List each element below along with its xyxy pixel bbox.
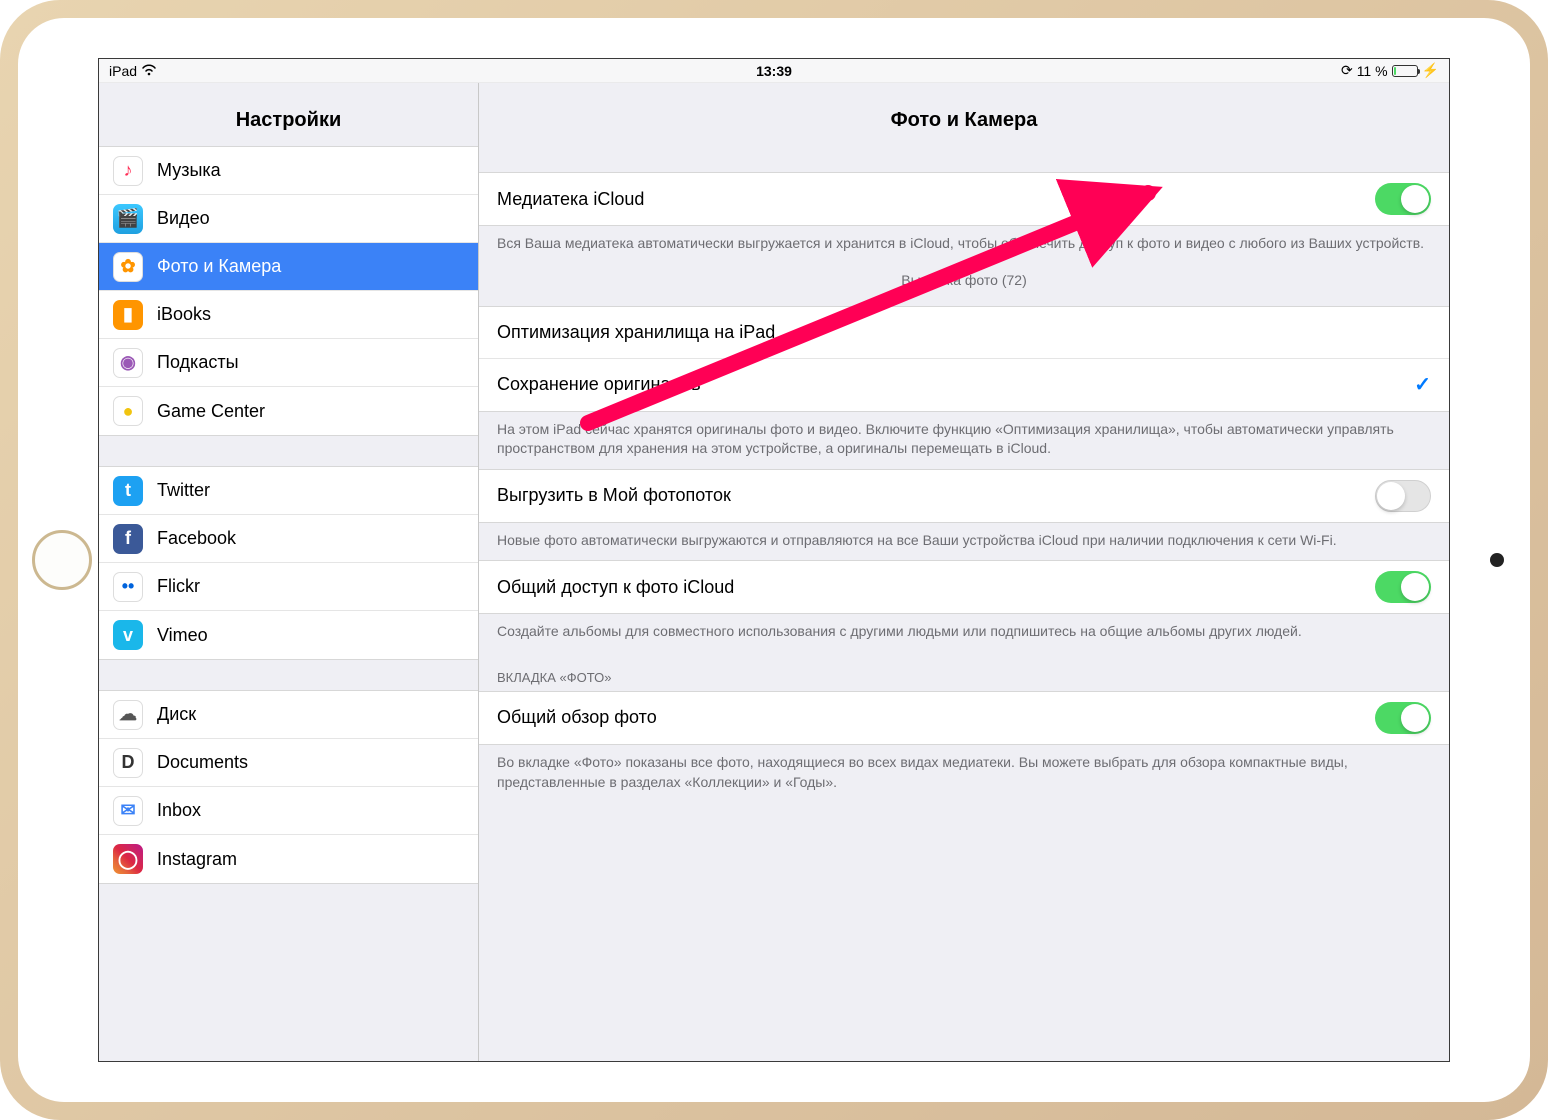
section-header: ВКЛАДКА «ФОТО» bbox=[479, 652, 1449, 691]
sidebar-item-диск[interactable]: ☁ Диск bbox=[99, 691, 478, 739]
sidebar-item-label: Фото и Камера bbox=[157, 256, 281, 277]
setting-row-медиатека-icloud[interactable]: Медиатека iCloud bbox=[479, 173, 1449, 225]
clock: 13:39 bbox=[756, 63, 792, 79]
section-footer: Вся Ваша медиатека автоматически выгружа… bbox=[479, 226, 1449, 264]
detail-title: Фото и Камера bbox=[479, 83, 1449, 146]
sidebar-item-label: Видео bbox=[157, 208, 210, 229]
sidebar-item-label: Facebook bbox=[157, 528, 236, 549]
sidebar-item-flickr[interactable]: •• Flickr bbox=[99, 563, 478, 611]
battery-icon bbox=[1392, 65, 1418, 77]
checkmark-icon: ✓ bbox=[1414, 372, 1431, 397]
sidebar-item-label: iBooks bbox=[157, 304, 211, 325]
setting-row-оптимизация-хранилища-на-ipad[interactable]: Оптимизация хранилища на iPad bbox=[479, 307, 1449, 359]
toggle-switch[interactable] bbox=[1375, 183, 1431, 215]
status-bar: iPad 13:39 ⟳ 11 % ⚡ bbox=[99, 59, 1449, 83]
setting-row-label: Сохранение оригиналов bbox=[497, 374, 701, 395]
app-icon: t bbox=[113, 476, 143, 506]
app-icon: ◯ bbox=[113, 844, 143, 874]
setting-row-сохранение-оригиналов[interactable]: Сохранение оригиналов ✓ bbox=[479, 359, 1449, 411]
app-icon: 🎬 bbox=[113, 204, 143, 234]
app-icon: ☁ bbox=[113, 700, 143, 730]
setting-row-label: Общий доступ к фото iCloud bbox=[497, 577, 734, 598]
sidebar-item-vimeo[interactable]: v Vimeo bbox=[99, 611, 478, 659]
upload-status: Выгрузка фото (72) bbox=[479, 264, 1449, 306]
section-footer: Во вкладке «Фото» показаны все фото, нах… bbox=[479, 745, 1449, 802]
wifi-icon bbox=[141, 63, 157, 79]
sidebar-item-label: Подкасты bbox=[157, 352, 239, 373]
battery-percent: 11 % bbox=[1357, 63, 1388, 79]
app-icon: v bbox=[113, 620, 143, 650]
sidebar-item-фото-и-камера[interactable]: ✿ Фото и Камера bbox=[99, 243, 478, 291]
section-footer: Создайте альбомы для совместного использ… bbox=[479, 614, 1449, 652]
toggle-switch[interactable] bbox=[1375, 480, 1431, 512]
sidebar-title: Настройки bbox=[99, 83, 478, 146]
setting-row-выгрузить-в-мой-фотопоток[interactable]: Выгрузить в Мой фотопоток bbox=[479, 470, 1449, 522]
sidebar-item-ibooks[interactable]: ▮ iBooks bbox=[99, 291, 478, 339]
setting-row-label: Общий обзор фото bbox=[497, 707, 657, 728]
sidebar-item-label: Flickr bbox=[157, 576, 200, 597]
sidebar-item-twitter[interactable]: t Twitter bbox=[99, 467, 478, 515]
sidebar-item-label: Музыка bbox=[157, 160, 221, 181]
sidebar-item-label: Documents bbox=[157, 752, 248, 773]
app-icon: ◉ bbox=[113, 348, 143, 378]
sidebar-item-game-center[interactable]: ● Game Center bbox=[99, 387, 478, 435]
charging-icon: ⚡ bbox=[1422, 62, 1439, 79]
sidebar-item-facebook[interactable]: f Facebook bbox=[99, 515, 478, 563]
app-icon: ● bbox=[113, 396, 143, 426]
toggle-switch[interactable] bbox=[1375, 702, 1431, 734]
toggle-switch[interactable] bbox=[1375, 571, 1431, 603]
front-camera bbox=[1490, 553, 1504, 567]
sidebar-item-label: Instagram bbox=[157, 849, 237, 870]
settings-sidebar: Настройки ♪ Музыка 🎬 Видео ✿ Фото и Камера ▮ iB… bbox=[99, 83, 479, 1061]
section-footer: Новые фото автоматически выгружаются и о… bbox=[479, 523, 1449, 561]
section-footer: На этом iPad сейчас хранятся оригиналы ф… bbox=[479, 412, 1449, 469]
setting-row-label: Выгрузить в Мой фотопоток bbox=[497, 485, 731, 506]
sidebar-item-label: Game Center bbox=[157, 401, 265, 422]
app-icon: f bbox=[113, 524, 143, 554]
sidebar-item-instagram[interactable]: ◯ Instagram bbox=[99, 835, 478, 883]
sidebar-item-музыка[interactable]: ♪ Музыка bbox=[99, 147, 478, 195]
app-icon: ✉ bbox=[113, 796, 143, 826]
sidebar-item-documents[interactable]: D Documents bbox=[99, 739, 478, 787]
sidebar-item-label: Диск bbox=[157, 704, 196, 725]
setting-row-label: Оптимизация хранилища на iPad bbox=[497, 322, 775, 343]
sidebar-item-label: Inbox bbox=[157, 800, 201, 821]
setting-row-общий-доступ-к-фото-icloud[interactable]: Общий доступ к фото iCloud bbox=[479, 561, 1449, 613]
sidebar-item-подкасты[interactable]: ◉ Подкасты bbox=[99, 339, 478, 387]
setting-row-общий-обзор-фото[interactable]: Общий обзор фото bbox=[479, 692, 1449, 744]
setting-row-label: Медиатека iCloud bbox=[497, 189, 644, 210]
device-label: iPad bbox=[109, 63, 137, 79]
orientation-lock-icon: ⟳ bbox=[1341, 62, 1353, 79]
home-button[interactable] bbox=[32, 530, 92, 590]
sidebar-item-inbox[interactable]: ✉ Inbox bbox=[99, 787, 478, 835]
app-icon: ♪ bbox=[113, 156, 143, 186]
sidebar-item-видео[interactable]: 🎬 Видео bbox=[99, 195, 478, 243]
sidebar-item-label: Vimeo bbox=[157, 625, 208, 646]
sidebar-item-label: Twitter bbox=[157, 480, 210, 501]
app-icon: •• bbox=[113, 572, 143, 602]
app-icon: ✿ bbox=[113, 252, 143, 282]
app-icon: ▮ bbox=[113, 300, 143, 330]
settings-detail: Фото и Камера Медиатека iCloud Вся Ваша м… bbox=[479, 83, 1449, 1061]
app-icon: D bbox=[113, 748, 143, 778]
